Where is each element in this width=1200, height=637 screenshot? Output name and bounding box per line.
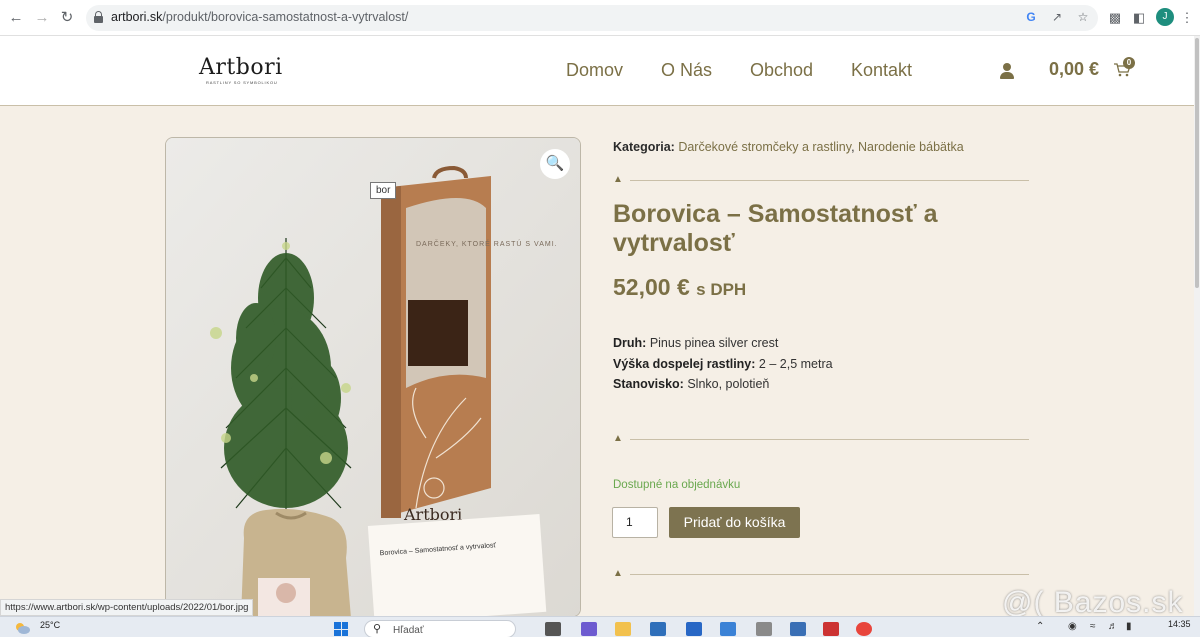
page-scrollbar[interactable] (1194, 36, 1200, 616)
lock-icon (94, 11, 103, 23)
menu-item-obchod[interactable]: Obchod (750, 60, 813, 81)
logo-tagline: RASTLINY SO SYMBOLIKOU (206, 80, 278, 85)
product-category: Kategoria: Darčekové stromčeky a rastlin… (613, 140, 964, 154)
taskbar-search[interactable]: ⚲ Hľadať (364, 620, 516, 637)
product-attributes: Druh: Pinus pinea silver crest Výška dos… (613, 333, 833, 395)
tray-app-icon[interactable]: ◉ (1068, 621, 1077, 632)
category-link-gifts[interactable]: Darčekové stromčeky a rastliny (678, 140, 851, 154)
box-slogan: DARČEKY, KTORÉ RASTÚ S VAMI. (416, 239, 558, 248)
browser-toolbar: ← → ↻ artbori.sk/produkt/borovica-samost… (0, 0, 1200, 36)
volume-icon[interactable]: ♬ (1108, 621, 1118, 632)
wifi-icon[interactable]: ≈ (1090, 621, 1096, 632)
address-bar[interactable]: artbori.sk/produkt/borovica-samostatnost… (86, 5, 1098, 31)
mail-icon[interactable] (790, 622, 806, 636)
back-arrow-icon[interactable]: ← (6, 8, 26, 28)
availability-status: Dostupné na objednávku (613, 479, 741, 491)
add-to-cart-button[interactable]: Pridať do košíka (669, 507, 800, 538)
product-title: Borovica – Samostatnosť a vytrvalosť (613, 200, 938, 257)
app-icon[interactable] (720, 622, 736, 636)
windows-start-icon[interactable] (334, 622, 348, 636)
battery-icon[interactable]: ▮ (1126, 621, 1132, 632)
divider: ▲ (613, 567, 1029, 581)
google-icon[interactable]: G (1024, 9, 1038, 25)
menu-item-kontakt[interactable]: Kontakt (851, 60, 912, 81)
watermark: @( Bazos.sk (1002, 586, 1184, 619)
cart-count-badge: 0 (1123, 57, 1135, 69)
file-explorer-icon[interactable] (615, 622, 631, 636)
attribute-row: Výška dospelej rastliny: 2 – 2,5 metra (613, 356, 833, 371)
site-header: Artbori RASTLINY SO SYMBOLIKOU Domov O N… (0, 36, 1194, 106)
menu-kebab-icon[interactable]: ⋮ (1178, 8, 1196, 28)
acrobat-icon[interactable] (823, 622, 839, 636)
side-panel-icon[interactable]: ◧ (1130, 8, 1148, 28)
windows-taskbar: 25°C ⚲ Hľadať ⌃ ◉ ≈ ♬ ▮ 14:35 (0, 616, 1200, 637)
attribute-row: Druh: Pinus pinea silver crest (613, 336, 779, 350)
divider: ▲ (613, 173, 1029, 187)
search-icon: ⚲ (373, 623, 382, 635)
product-price: 52,00 € s DPH (613, 274, 747, 300)
app-icon[interactable] (686, 622, 702, 636)
site-logo[interactable]: Artbori (199, 55, 283, 80)
share-icon[interactable]: ↗ (1050, 9, 1064, 25)
app-icon[interactable] (756, 622, 772, 636)
url-text: artbori.sk/produkt/borovica-samostatnost… (111, 10, 409, 24)
zoom-magnifier-icon[interactable]: 🔍 (540, 149, 570, 179)
category-label: Kategoria: (613, 140, 675, 154)
menu-item-domov[interactable]: Domov (566, 60, 623, 81)
user-account-icon[interactable] (999, 63, 1015, 79)
clock-time[interactable]: 14:35 (1168, 619, 1191, 629)
forward-arrow-icon[interactable]: → (32, 8, 52, 28)
store-icon[interactable] (650, 622, 666, 636)
tray-chevron-icon[interactable]: ⌃ (1036, 621, 1044, 632)
teams-icon[interactable] (581, 622, 597, 636)
extensions-puzzle-icon[interactable]: ▩ (1106, 8, 1124, 28)
tree-icon: ▲ (613, 568, 623, 579)
profile-avatar[interactable]: J (1156, 8, 1174, 26)
status-bar-link: https://www.artbori.sk/wp-content/upload… (0, 599, 254, 616)
product-photo[interactable]: DARČEKY, KTORÉ RASTÚ S VAMI. Artbori Bor… (165, 137, 581, 617)
attribute-row: Stanovisko: Slnko, polotieň (613, 377, 770, 391)
divider: ▲ (613, 432, 1029, 446)
quantity-input[interactable]: 1 (612, 507, 658, 538)
reload-icon[interactable]: ↻ (57, 8, 77, 28)
image-tooltip: bor (370, 182, 397, 199)
task-view-icon[interactable] (545, 622, 561, 636)
cart-total[interactable]: 0,00 € (1049, 59, 1099, 80)
tree-icon: ▲ (613, 174, 623, 185)
category-link-birth[interactable]: Narodenie bábätka (858, 140, 964, 154)
menu-item-o-nas[interactable]: O Nás (661, 60, 712, 81)
tree-icon: ▲ (613, 433, 623, 444)
weather-cloud-sun-icon[interactable] (14, 620, 30, 636)
weather-temperature: 25°C (40, 620, 61, 630)
chrome-icon[interactable] (856, 622, 872, 636)
bookmark-star-icon[interactable]: ☆ (1076, 9, 1090, 25)
